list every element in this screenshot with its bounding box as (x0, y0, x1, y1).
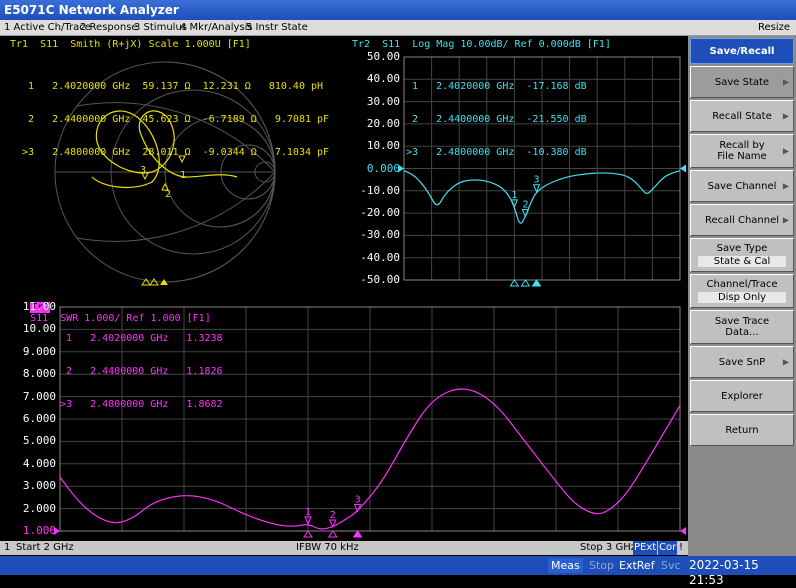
smith-marker-1: 1 2.4020000 GHz 59.137 Ω 12.231 Ω 810.40… (22, 81, 324, 92)
ref-level-left-arrow (398, 164, 404, 173)
chevron-right-icon: ▶ (782, 111, 789, 121)
extref-indicator: ExtRef (619, 559, 655, 572)
cor-indicator: Cor (658, 541, 678, 555)
marker-stimulus-triangle (303, 530, 313, 538)
save-state-button[interactable]: Save State ▶ (690, 66, 794, 98)
logmag-panel: Tr2 S11 Log Mag 10.00dB/ Ref 0.000dB [F1… (344, 37, 688, 287)
resize-button[interactable]: Resize (758, 20, 790, 36)
ref-level-right-arrow (680, 164, 686, 173)
save-trace-data-button[interactable]: Save Trace Data... (690, 310, 794, 344)
smith-chart-panel: Tr1 S11 Smith (R+jX) Scale 1.000U [F1] 1… (2, 37, 342, 287)
marker-label: 1 (511, 190, 517, 201)
instrument-status-bar: Meas Stop ExtRef Svc 2022-03-15 21:53 (0, 556, 796, 587)
datetime: 2022-03-15 21:53 (689, 558, 759, 587)
marker-label: 2 (522, 200, 528, 211)
stop-frequency[interactable]: Stop 3 GHz (580, 541, 636, 555)
menu-mkr-analysis[interactable]: 4 Mkr/Analysis (180, 20, 253, 36)
save-type-button[interactable]: Save Type State & Cal (690, 238, 794, 272)
marker-label: 2 (330, 510, 336, 521)
logmag-marker-table: 1 2.4020000 GHz -17.168 dB 2 2.4400000 G… (406, 59, 587, 180)
chevron-right-icon: ▶ (782, 181, 789, 191)
softkey-panel: Save/Recall Save State ▶ Recall State ▶ Re… (688, 36, 796, 556)
start-frequency[interactable]: Start 2 GHz (16, 541, 74, 555)
warning-indicator: ! (679, 542, 684, 553)
marker-label: 3 (355, 495, 361, 506)
explorer-button[interactable]: Explorer (690, 380, 794, 412)
logmag-marker-3: >3 2.4800000 GHz -10.380 dB (406, 147, 587, 158)
marker-stimulus-triangle (531, 279, 542, 287)
ref-level-right-arrow (680, 527, 686, 535)
menu-active-ch-trace[interactable]: 1 Active Ch/Trace (4, 20, 91, 36)
channel-status-bar: 1 Start 2 GHz IFBW 70 kHz Stop 3 GHz PEx… (0, 541, 688, 555)
recall-channel-button[interactable]: Recall Channel ▶ (690, 204, 794, 236)
save-snp-button[interactable]: Save SnP ▶ (690, 346, 794, 378)
save-channel-button[interactable]: Save Channel ▶ (690, 170, 794, 202)
marker-stimulus-triangle (327, 530, 338, 538)
channel-trace-button[interactable]: Channel/Trace Disp Only (690, 274, 794, 308)
chevron-right-icon: ▶ (782, 215, 789, 225)
svg-text:2: 2 (165, 189, 171, 200)
recall-by-file-name-button[interactable]: Recall by File Name ▶ (690, 134, 794, 168)
logmag-marker-1: 1 2.4020000 GHz -17.168 dB (406, 81, 587, 92)
recall-state-button[interactable]: Recall State ▶ (690, 100, 794, 132)
smith-marker-3: >3 2.4800000 GHz 28.011 Ω -9.0344 Ω 7.10… (22, 147, 330, 158)
chevron-right-icon: ▶ (782, 77, 789, 87)
stop-indicator: Stop (589, 559, 615, 572)
ifbw-value[interactable]: IFBW 70 kHz (296, 541, 359, 555)
marker-stimulus-triangle (509, 279, 520, 287)
window-title: E5071C Network Analyzer (0, 0, 796, 20)
marker-label: 1 (305, 507, 311, 518)
swr-marker-1: 1 2.4020000 GHz 1.3238 (60, 333, 223, 344)
logmag-marker-2: 2 2.4400000 GHz -21.550 dB (406, 114, 587, 125)
menu-bar: 1 Active Ch/Trace 2 Response 3 Stimulus … (0, 20, 796, 36)
menu-response[interactable]: 2 Response (80, 20, 138, 36)
svc-indicator: Svc (661, 559, 681, 572)
marker-stimulus-triangle (352, 530, 363, 538)
save-type-value: State & Cal (698, 256, 786, 267)
swr-marker-3: >3 2.4800000 GHz 1.8682 (60, 399, 223, 410)
marker-stimulus-triangle (520, 279, 531, 287)
meas-indicator: Meas (548, 558, 583, 573)
menu-instr-state[interactable]: 5 Instr State (246, 20, 308, 36)
smith-marker-table: 1 2.4020000 GHz 59.137 Ω 12.231 Ω 810.40… (22, 59, 329, 180)
return-button[interactable]: Return (690, 414, 794, 446)
chevron-right-icon: ▶ (782, 357, 789, 367)
chevron-right-icon: ▶ (782, 146, 789, 156)
channel-trace-value: Disp Only (698, 292, 786, 303)
pext-indicator: PExt (633, 541, 658, 555)
swr-marker-table: 1 2.4020000 GHz 1.3238 2 2.4400000 GHz 1… (60, 311, 223, 432)
ref-level-left-arrow (54, 527, 60, 535)
swr-panel: Tr3 S11 SWR 1.000/ Ref 1.000 [F1] 11.00 1… (2, 289, 688, 541)
softkey-header: Save/Recall (690, 38, 794, 64)
smith-marker-2: 2 2.4400000 GHz 45.623 Ω -6.7189 Ω 9.708… (22, 114, 330, 125)
swr-marker-2: 2 2.4400000 GHz 1.1826 (60, 366, 223, 377)
channel-number: 1 (4, 542, 11, 553)
